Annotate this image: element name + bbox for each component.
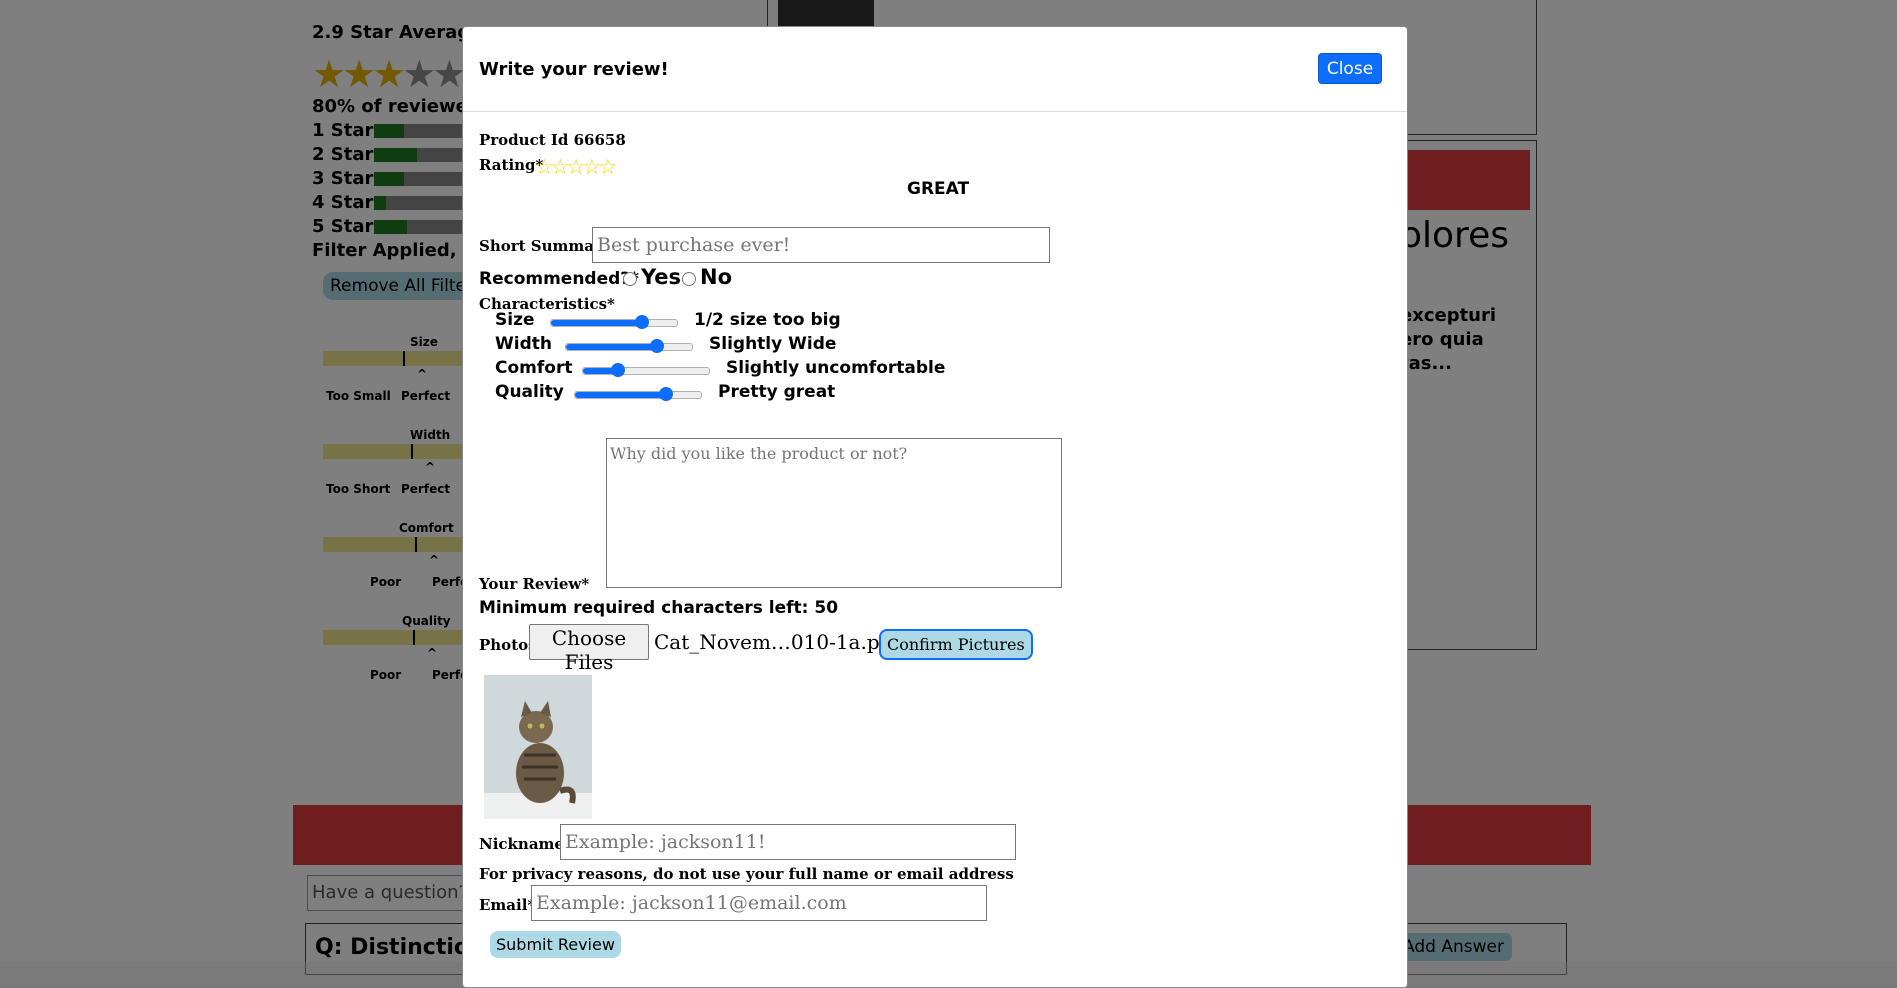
privacy-note: For privacy reasons, do not use your ful… [479, 865, 1014, 883]
modal-title: Write your review! [479, 59, 669, 80]
rating-stars[interactable]: ☆☆☆☆☆ [535, 155, 617, 179]
slider-label: Size [495, 310, 535, 330]
slider-fill [575, 392, 666, 398]
no-label: No [700, 265, 733, 289]
slider-value-text: Pretty great [718, 382, 836, 402]
modal-header: Write your review! Close [463, 27, 1407, 112]
recommended-label: Recommended?* [479, 269, 640, 289]
slider-thumb[interactable] [658, 387, 673, 401]
star-icon[interactable]: ☆ [567, 155, 586, 179]
slider-label: Width [495, 334, 552, 354]
slider-thumb[interactable] [649, 339, 664, 353]
review-textarea[interactable]: Why did you like the product or not? [606, 438, 1062, 588]
star-icon[interactable]: ☆ [598, 155, 617, 179]
slider-label: Comfort [495, 358, 573, 378]
email-input[interactable]: Example: jackson11@email.com [531, 885, 987, 921]
characteristic-slider[interactable] [582, 363, 710, 377]
review-modal: Write your review! Close Product Id 6665… [462, 26, 1408, 988]
characteristic-slider[interactable] [574, 387, 702, 401]
summary-input[interactable]: Best purchase ever! [592, 227, 1050, 263]
star-icon[interactable]: ☆ [582, 155, 601, 179]
slider-thumb[interactable] [634, 315, 649, 329]
slider-fill [566, 344, 657, 350]
characteristic-slider[interactable] [565, 339, 693, 353]
confirm-pictures-button[interactable]: Confirm Pictures [879, 629, 1033, 660]
star-icon[interactable]: ☆ [535, 155, 554, 179]
uploaded-photo [484, 675, 592, 819]
choose-files-button[interactable]: Choose Files [529, 624, 649, 674]
slider-thumb[interactable] [611, 363, 626, 377]
slider-value-text: Slightly uncomfortable [726, 358, 946, 378]
rating-label: Rating* [479, 156, 544, 174]
submit-review-button[interactable]: Submit Review [490, 931, 621, 958]
min-chars-text: Minimum required characters left: 50 [479, 598, 839, 618]
product-id: Product Id 66658 [479, 131, 626, 149]
slider-value-text: Slightly Wide [709, 334, 837, 354]
close-button[interactable]: Close [1318, 53, 1382, 84]
nickname-input[interactable]: Example: jackson11! [560, 824, 1016, 860]
slider-value-text: 1/2 size too big [694, 310, 841, 330]
review-label: Your Review* [479, 575, 590, 593]
nickname-label: Nickname* [479, 835, 572, 853]
cat-photo-icon [484, 675, 592, 819]
star-icon[interactable]: ☆ [551, 155, 570, 179]
summary-label: Short Summary [479, 237, 611, 255]
photos-label: Photos [479, 636, 537, 654]
slider-label: Quality [495, 382, 564, 402]
selected-file-name: Cat_Novem…010-1a.png [654, 630, 906, 654]
characteristic-slider[interactable] [550, 315, 678, 329]
email-label: Email* [479, 896, 536, 914]
rating-text: GREAT [907, 179, 970, 199]
slider-fill [551, 320, 642, 326]
recommended-yes-radio[interactable] [623, 272, 637, 286]
recommended-no-radio[interactable] [682, 272, 696, 286]
yes-label: Yes [641, 265, 682, 289]
